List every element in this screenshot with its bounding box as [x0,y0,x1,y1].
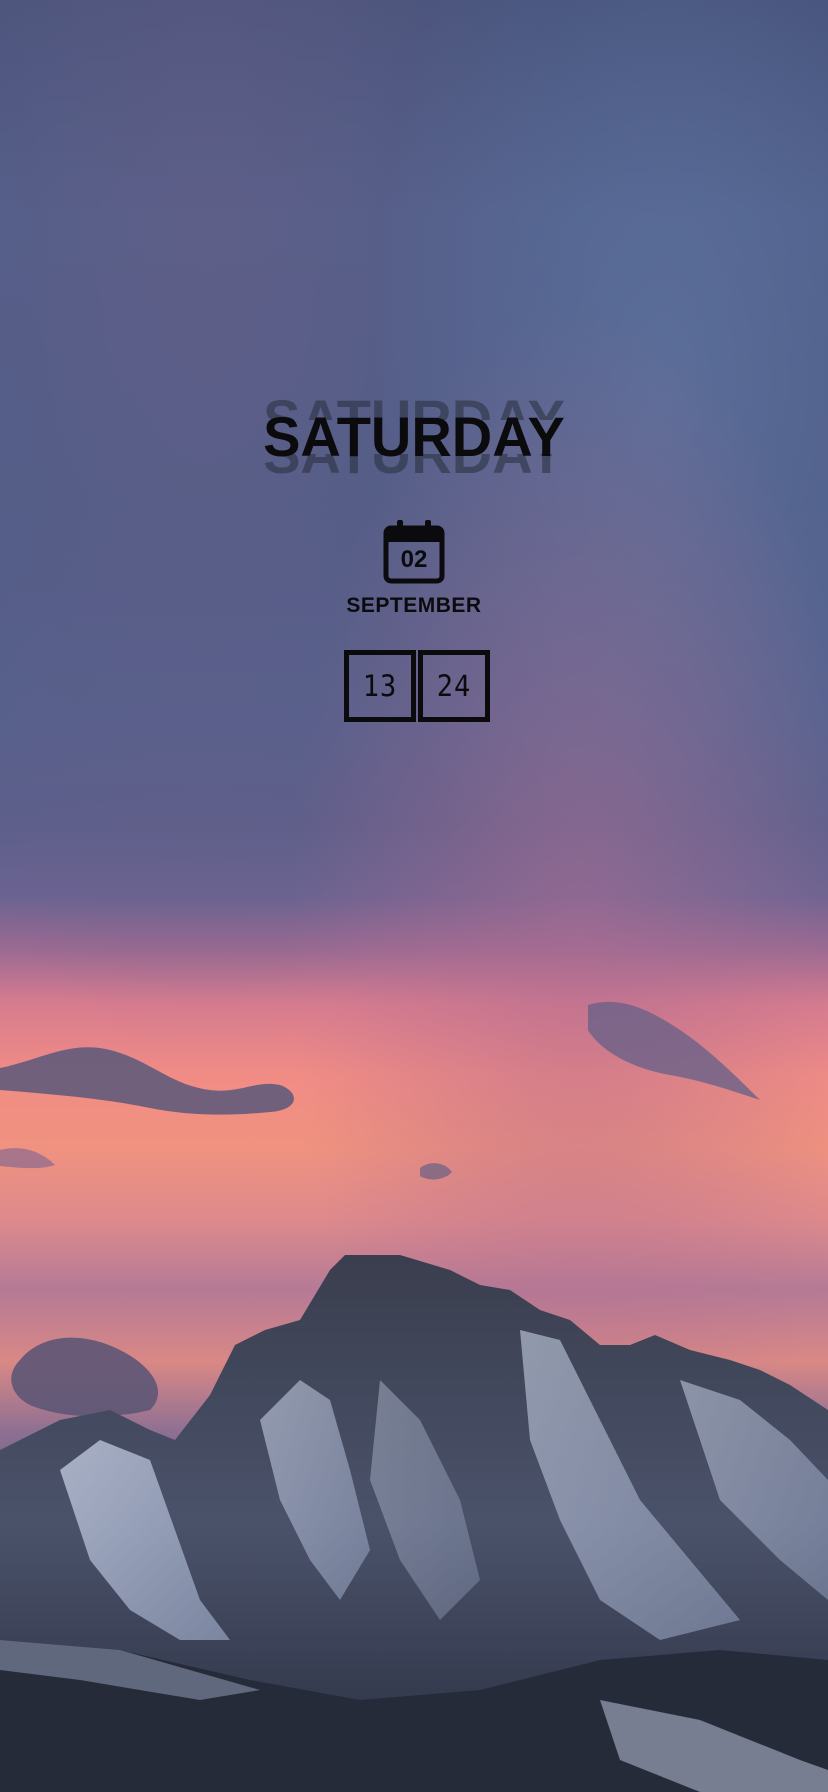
day-name: SATURDAY [263,405,565,468]
minute-box: 24 [418,650,490,722]
month-label: SEPTEMBER [346,594,482,617]
day-name-stack: SATURDAY SATURDAY SATURDAY [0,392,828,492]
lockscreen-widget: SATURDAY SATURDAY SATURDAY 02 SEPTEMBER … [0,0,828,1792]
hour-box: 13 [344,650,416,722]
calendar-day-number: 02 [400,546,428,573]
hour-digits: 13 [362,668,398,704]
minute-digits: 24 [436,668,472,704]
